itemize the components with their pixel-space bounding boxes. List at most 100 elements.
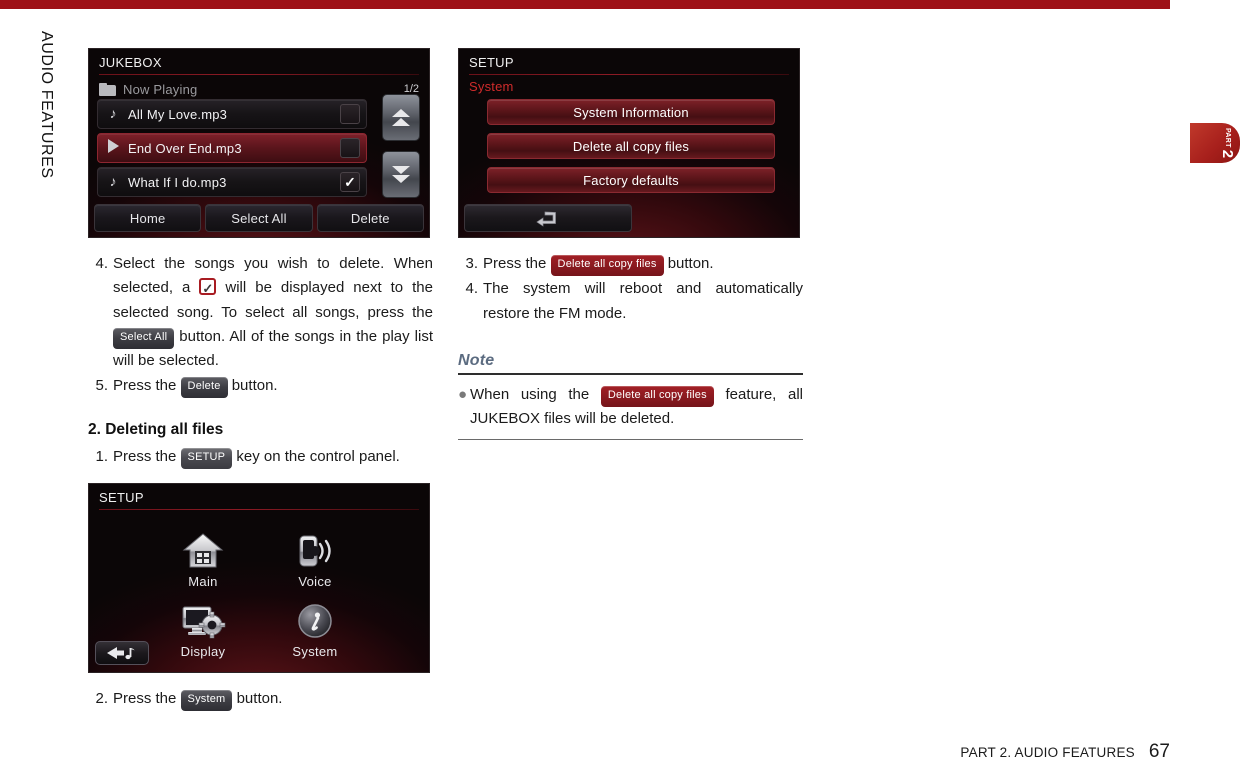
setup-system-button-list: System Information Delete all copy files… [487,99,775,201]
jukebox-title-rule [99,74,419,75]
track-checkbox[interactable] [340,104,360,124]
step-text-part2: button. [231,377,278,395]
note-rule-bottom [458,439,803,441]
step-number: 4. [465,280,478,298]
delete-all-copy-files-button[interactable]: Delete all copy files [487,133,775,159]
left-steps-group-1: 4. Select the songs you wish to delete. … [88,252,433,399]
music-note-icon: ♪ [109,105,117,121]
step-4: 4. The system will reboot and automatica… [458,277,803,326]
home-icon [181,529,225,573]
jukebox-button-bar: Home Select All Delete [94,204,424,232]
note-bullet: ● [458,385,468,403]
step-text: Press the Delete all copy files button. [483,252,803,276]
track-checkbox[interactable] [340,138,360,158]
track-checkbox-checked[interactable]: ✓ [340,172,360,192]
step-text-part1: Press the [483,255,547,272]
track-row[interactable]: End Over End.mp3 [97,133,367,163]
step-text-part2: button. [236,690,283,708]
setup-main-title: SETUP [99,490,144,506]
voice-phone-icon [293,529,337,573]
side-tab-part-label: PART [1224,127,1232,148]
step-text: The system will reboot and automatically… [483,280,803,322]
note-heading: Note [458,351,495,369]
setup-system-title-rule [469,74,789,75]
step-text-part2: key on the control panel. [236,447,400,465]
setup-item-display[interactable]: Display [147,594,259,664]
left-steps-group-2: 1. Press the SETUP key on the control pa… [88,445,433,469]
note-item: ● When using the Delete all copy files f… [458,383,803,432]
step-text: Press the SETUP key on the control panel… [113,445,433,469]
track-row[interactable]: ♪ All My Love.mp3 [97,99,367,129]
delete-all-copy-files-badge: Delete all copy files [550,255,664,276]
info-circle-icon [293,599,337,643]
track-label: End Over End.mp3 [128,140,242,156]
jukebox-scroll-buttons [382,94,420,208]
setup-item-main[interactable]: Main [147,524,259,594]
step-text: Press the System button. [113,687,433,711]
back-music-icon[interactable] [95,641,149,666]
delete-badge: Delete [180,377,228,399]
section-heading: 2. Deleting all files [88,420,224,438]
step-text-part1: Press the [113,447,177,465]
step-number: 3. [465,255,478,272]
setup-item-voice[interactable]: Voice [259,524,371,594]
factory-defaults-button[interactable]: Factory defaults [487,167,775,193]
return-arrow-icon[interactable] [464,204,632,232]
step-text: Select the songs you wish to delete. Whe… [113,252,433,373]
step-number: 2. [95,690,108,708]
step-1: 1. Press the SETUP key on the control pa… [88,445,433,469]
track-label: What If I do.mp3 [128,174,227,190]
right-steps-group: 3. Press the Delete all copy files butto… [458,252,803,326]
note-rule-top [458,372,803,375]
setup-badge: SETUP [180,447,233,469]
setup-main-screenshot: SETUP Main Voice Display System [88,483,430,674]
select-all-button[interactable]: Select All [205,204,313,232]
step-2: 2. Press the System button. [88,687,433,711]
jukebox-subtitle-bar: Now Playing 1/2 [99,79,419,99]
footer-section-text: PART 2. AUDIO FEATURES [960,745,1135,760]
side-part-tab: PART 2 [1190,123,1240,163]
step-number: 1. [95,447,108,465]
jukebox-track-list: ♪ All My Love.mp3 End Over End.mp3 ♪ Wha… [97,99,367,201]
setup-system-title: SETUP [469,55,514,70]
step-5: 5. Press the Delete button. [88,374,433,399]
track-row[interactable]: ♪ What If I do.mp3 ✓ [97,167,367,197]
side-section-label: AUDIO FEATURES [38,31,55,179]
jukebox-screenshot: JUKEBOX Now Playing 1/2 ♪ All My Love.mp… [88,48,430,238]
setup-item-system[interactable]: System [259,594,371,664]
page-footer: PART 2. AUDIO FEATURES 67 [960,741,1170,763]
note-text-part1: When using the [470,385,590,403]
setup-main-title-rule [99,509,419,511]
display-gear-icon [179,599,227,643]
system-badge: System [180,690,233,711]
side-tab-part-text: PART 2 [1204,119,1240,167]
step-text-part1: Press the [113,690,177,708]
scroll-up-icon[interactable] [382,94,420,141]
folder-icon [99,82,116,96]
checkmark-badge-icon [199,278,217,299]
delete-all-copy-files-badge: Delete all copy files [600,385,714,407]
setup-item-label: System [292,644,338,660]
right-column: SETUP System System Information Delete a… [458,48,803,441]
play-icon [98,138,128,158]
side-tab-part-number: 2 [1219,149,1237,159]
setup-system-section-label: System [469,79,514,94]
note-text: When using the Delete all copy files fea… [470,383,803,432]
select-all-badge: Select All [113,327,175,349]
system-information-button[interactable]: System Information [487,99,775,125]
footer-page-number: 67 [1148,741,1170,762]
setup-item-label: Voice [298,574,332,590]
delete-button[interactable]: Delete [316,204,424,232]
step-text: Press the Delete button. [113,374,433,399]
setup-item-label: Display [180,644,226,660]
jukebox-subtitle: Now Playing [123,81,198,97]
step-4: 4. Select the songs you wish to delete. … [88,252,433,373]
left-steps-group-3: 2. Press the System button. [88,687,433,711]
scroll-down-icon[interactable] [382,151,420,198]
step-number: 5. [95,377,108,395]
left-column: JUKEBOX Now Playing 1/2 ♪ All My Love.mp… [88,48,433,712]
setup-system-screenshot: SETUP System System Information Delete a… [458,48,800,238]
track-label: All My Love.mp3 [128,106,228,122]
home-button[interactable]: Home [94,204,202,232]
step-text-part2: button. [667,255,714,272]
